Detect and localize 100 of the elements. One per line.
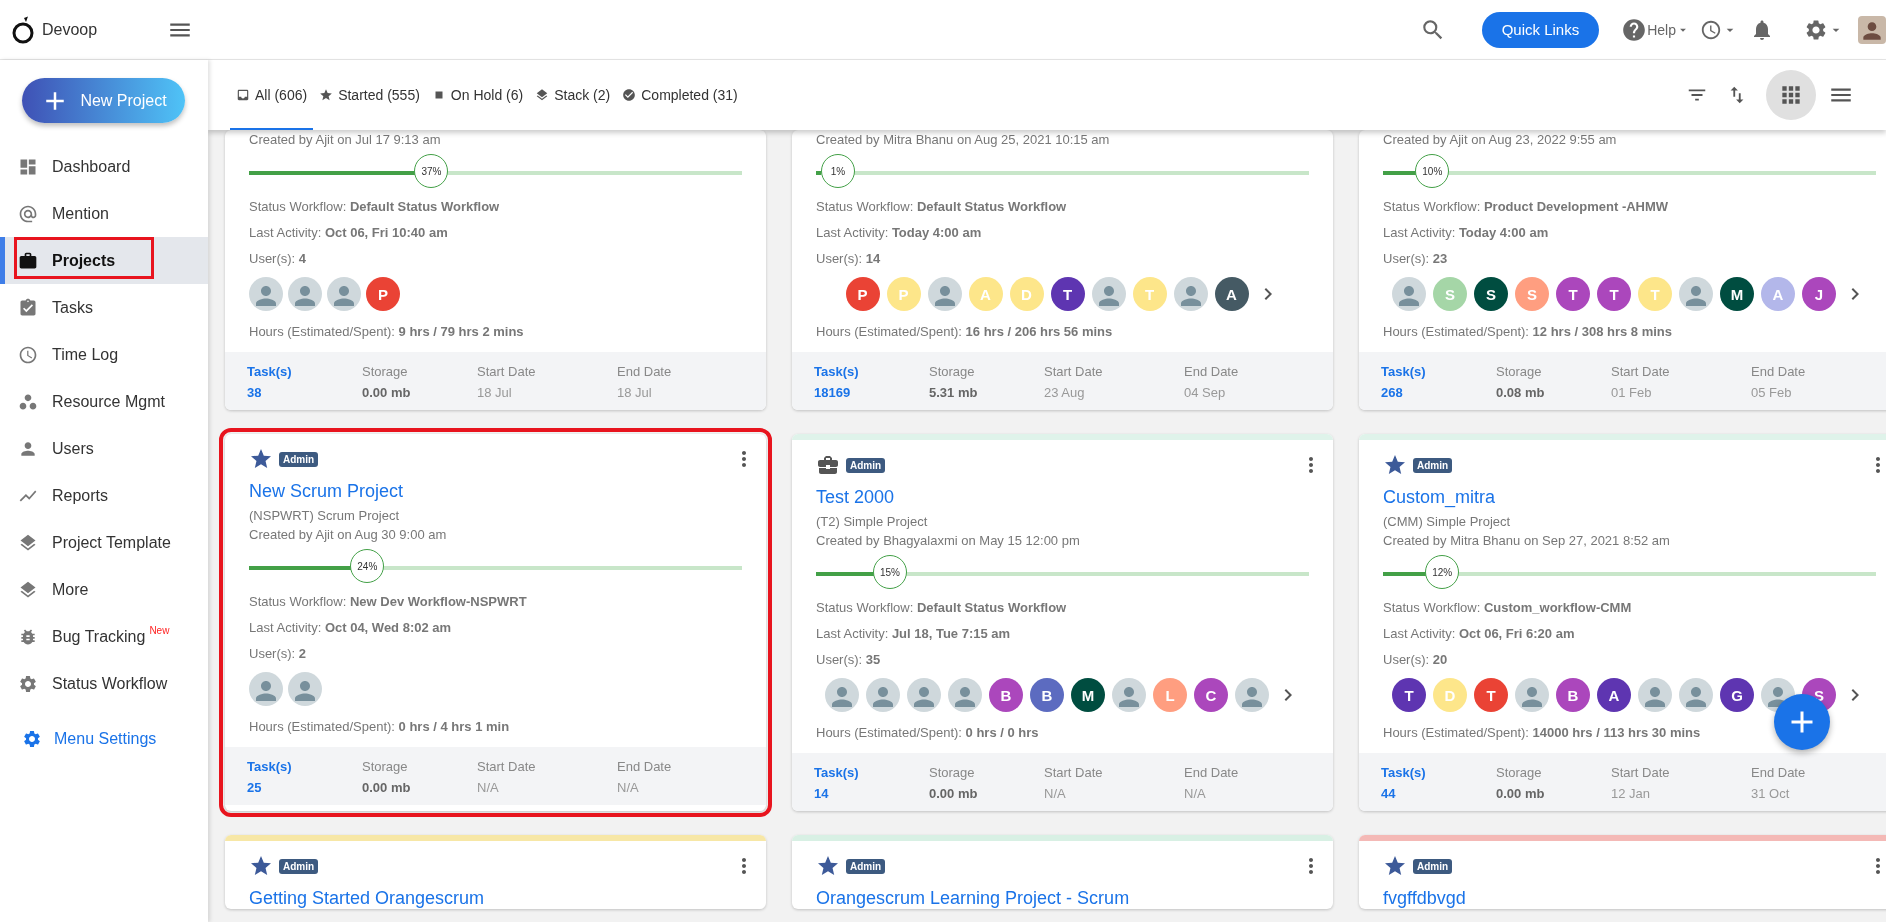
quick-links-button[interactable]: Quick Links bbox=[1481, 11, 1600, 48]
filter-tab[interactable]: On Hold (6) bbox=[425, 60, 530, 130]
user-silhouette-avatar[interactable] bbox=[327, 277, 361, 311]
user-avatar[interactable]: A bbox=[1597, 678, 1631, 712]
user-silhouette-avatar[interactable] bbox=[907, 678, 941, 712]
project-title[interactable]: New Scrum Project bbox=[249, 481, 742, 502]
project-title[interactable]: Custom_mitra bbox=[1383, 487, 1876, 508]
user-avatar[interactable]: B bbox=[1556, 678, 1590, 712]
settings-icon[interactable] bbox=[1804, 17, 1828, 42]
grid-view-button[interactable] bbox=[1766, 70, 1816, 120]
user-avatar[interactable]: S bbox=[1474, 277, 1508, 311]
stat-value[interactable]: 268 bbox=[1381, 385, 1496, 400]
sidebar-item[interactable]: Tasks bbox=[0, 284, 208, 331]
stat-label[interactable]: Task(s) bbox=[247, 364, 362, 379]
user-avatar[interactable]: B bbox=[1030, 678, 1064, 712]
sidebar-item[interactable]: Status Workflow bbox=[0, 660, 208, 707]
user-avatar[interactable]: T bbox=[1597, 277, 1631, 311]
user-silhouette-avatar[interactable] bbox=[249, 277, 283, 311]
project-title[interactable]: Orangescrum Learning Project - Scrum bbox=[816, 888, 1309, 909]
clipboard-check-icon bbox=[18, 297, 38, 318]
stat-label[interactable]: Task(s) bbox=[1381, 364, 1496, 379]
user-avatar[interactable]: P bbox=[845, 277, 880, 311]
user-avatar[interactable]: M bbox=[1720, 277, 1754, 311]
star-icon[interactable] bbox=[816, 854, 840, 878]
star-icon[interactable] bbox=[249, 447, 273, 471]
user-avatar[interactable]: G bbox=[1720, 678, 1754, 712]
stat-value[interactable]: 14 bbox=[814, 786, 929, 801]
user-silhouette-avatar[interactable] bbox=[866, 678, 900, 712]
user-avatar[interactable]: J bbox=[1802, 277, 1836, 311]
user-avatar[interactable]: M bbox=[1071, 678, 1105, 712]
sidebar-item[interactable]: Reports bbox=[0, 472, 208, 519]
user-avatar[interactable]: T bbox=[1392, 678, 1426, 712]
stat-value: N/A bbox=[1184, 786, 1207, 801]
user-avatar[interactable]: T bbox=[1474, 678, 1508, 712]
star-icon[interactable] bbox=[249, 854, 273, 878]
sidebar-item[interactable]: Users bbox=[0, 425, 208, 472]
project-title[interactable]: fvgffdbvgd bbox=[1383, 888, 1876, 909]
stat-label[interactable]: Task(s) bbox=[814, 765, 929, 780]
user-avatar[interactable]: T bbox=[1556, 277, 1590, 311]
brand-name: Devoop bbox=[42, 20, 98, 39]
settings-icon[interactable] bbox=[22, 729, 42, 749]
user-silhouette-avatar[interactable] bbox=[825, 678, 859, 712]
user-silhouette-avatar[interactable] bbox=[1638, 678, 1672, 712]
stat-label: Storage bbox=[929, 364, 976, 379]
user-silhouette-avatar[interactable] bbox=[1112, 678, 1146, 712]
detail-text: Hours (Estimated/Spent): 0 hrs / 4 hrs 1 min bbox=[249, 719, 511, 734]
user-avatar[interactable]: A bbox=[1214, 277, 1249, 311]
help-icon[interactable] bbox=[1621, 16, 1648, 43]
sidebar-item[interactable]: Mention bbox=[0, 190, 208, 237]
clock-icon bbox=[18, 344, 38, 365]
user-silhouette-avatar[interactable] bbox=[1515, 678, 1549, 712]
user-silhouette-avatar[interactable] bbox=[1679, 678, 1713, 712]
user-silhouette-avatar[interactable] bbox=[1173, 277, 1208, 311]
user-silhouette-avatar[interactable] bbox=[948, 678, 982, 712]
stat-label[interactable]: Task(s) bbox=[814, 364, 929, 379]
user-silhouette-avatar[interactable] bbox=[249, 672, 283, 706]
new-project-button[interactable]: New Project bbox=[22, 78, 185, 123]
briefcase-icon[interactable] bbox=[816, 453, 840, 477]
user-silhouette-avatar[interactable] bbox=[288, 277, 322, 311]
filter-tab[interactable]: Stack (2) bbox=[529, 60, 617, 130]
user-silhouette-avatar[interactable] bbox=[1679, 277, 1713, 311]
filter-tab[interactable]: Started (555) bbox=[313, 60, 426, 130]
filter-tab[interactable]: Completed (31) bbox=[616, 60, 744, 130]
user-silhouette-avatar[interactable] bbox=[1091, 277, 1126, 311]
stat-label[interactable]: Task(s) bbox=[247, 759, 362, 774]
star-icon[interactable] bbox=[1383, 854, 1407, 878]
sidebar-item[interactable]: Bug Tracking $^{New}$ bbox=[0, 613, 208, 660]
sidebar-item[interactable]: Projects bbox=[0, 237, 208, 284]
user-silhouette-avatar[interactable] bbox=[927, 277, 962, 311]
stat-value[interactable]: 44 bbox=[1381, 786, 1496, 801]
star-icon[interactable] bbox=[1383, 453, 1407, 477]
stat-label: Storage bbox=[362, 759, 409, 774]
menu-settings-link[interactable]: Menu Settings bbox=[0, 729, 208, 749]
project-title[interactable]: Getting Started Orangescrum bbox=[249, 888, 742, 909]
sidebar-item[interactable]: Resource Mgmt bbox=[0, 378, 208, 425]
sidebar-item[interactable]: More bbox=[0, 566, 208, 613]
sidebar-item[interactable]: Project Template bbox=[0, 519, 208, 566]
detail-text: Last Activity: Oct 06, Fri 10:40 am bbox=[249, 225, 449, 240]
detail-text: Status Workflow: Default Status Workflow bbox=[249, 199, 501, 214]
stat-value: N/A bbox=[477, 780, 500, 795]
progress-percent: 37% bbox=[414, 154, 449, 188]
user-silhouette-avatar[interactable] bbox=[1392, 277, 1426, 311]
help-button[interactable]: Help bbox=[1621, 16, 1690, 43]
sidebar-item[interactable]: Time Log bbox=[0, 331, 208, 378]
progress-percent: 12% bbox=[1425, 555, 1460, 589]
stat-value: 5.31 mb bbox=[929, 385, 979, 400]
user-avatar[interactable] bbox=[1858, 15, 1886, 44]
stat-value[interactable]: 38 bbox=[247, 385, 362, 400]
user-avatar[interactable]: C bbox=[1194, 678, 1228, 712]
clock-icon[interactable] bbox=[1700, 18, 1722, 41]
user-silhouette-avatar[interactable] bbox=[1235, 678, 1269, 712]
stat-value[interactable]: 18169 bbox=[814, 385, 929, 400]
user-silhouette-avatar[interactable] bbox=[288, 672, 322, 706]
project-title[interactable]: Test 2000 bbox=[816, 487, 1309, 508]
sidebar-item[interactable]: Dashboard bbox=[0, 143, 208, 190]
user-avatar[interactable]: B bbox=[989, 678, 1023, 712]
stat-value[interactable]: 25 bbox=[247, 780, 362, 795]
user-avatar[interactable]: T bbox=[1050, 277, 1085, 311]
stat-label[interactable]: Task(s) bbox=[1381, 765, 1496, 780]
user-avatar[interactable]: P bbox=[366, 277, 400, 311]
